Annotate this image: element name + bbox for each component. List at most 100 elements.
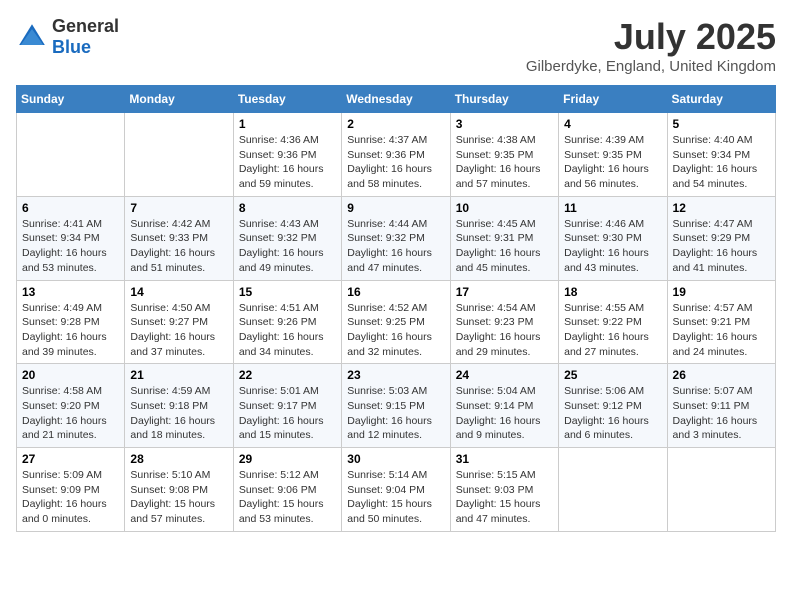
- day-info: Sunrise: 5:15 AM Sunset: 9:03 PM Dayligh…: [456, 468, 553, 527]
- logo: General Blue: [16, 16, 119, 58]
- day-number: 10: [456, 201, 553, 215]
- calendar-cell: 30 Sunrise: 5:14 AM Sunset: 9:04 PM Dayli…: [342, 448, 450, 532]
- day-number: 28: [130, 452, 227, 466]
- calendar-cell: 25 Sunrise: 5:06 AM Sunset: 9:12 PM Dayli…: [559, 364, 667, 448]
- day-number: 7: [130, 201, 227, 215]
- day-number: 17: [456, 285, 553, 299]
- calendar-cell: 21Sunrise: 4:59 AM Sunset: 9:18 PM Dayli…: [125, 364, 233, 448]
- calendar-cell: 24Sunrise: 5:04 AM Sunset: 9:14 PM Dayli…: [450, 364, 558, 448]
- calendar-cell: [125, 113, 233, 197]
- day-number: 18: [564, 285, 661, 299]
- day-number: 22: [239, 368, 336, 382]
- day-number: 6: [22, 201, 119, 215]
- day-number: 3: [456, 117, 553, 131]
- day-number: 14: [130, 285, 227, 299]
- calendar-header-row: SundayMondayTuesdayWednesdayThursdayFrid…: [17, 86, 776, 113]
- day-info: Sunrise: 4:55 AM Sunset: 9:22 PM Dayligh…: [564, 301, 661, 360]
- calendar-cell: 8 Sunrise: 4:43 AM Sunset: 9:32 PM Daylig…: [233, 196, 341, 280]
- day-info: Sunrise: 5:10 AM Sunset: 9:08 PM Dayligh…: [130, 468, 227, 527]
- day-number: 12: [673, 201, 770, 215]
- day-info: Sunrise: 4:39 AM Sunset: 9:35 PM Dayligh…: [564, 133, 661, 192]
- day-info: Sunrise: 4:43 AM Sunset: 9:32 PM Dayligh…: [239, 217, 336, 276]
- day-info: Sunrise: 4:54 AM Sunset: 9:23 PM Dayligh…: [456, 301, 553, 360]
- day-info: Sunrise: 4:59 AM Sunset: 9:18 PM Dayligh…: [130, 384, 227, 443]
- calendar-cell: 28 Sunrise: 5:10 AM Sunset: 9:08 PM Dayli…: [125, 448, 233, 532]
- day-number: 29: [239, 452, 336, 466]
- calendar-cell: 2Sunrise: 4:37 AM Sunset: 9:36 PM Daylig…: [342, 113, 450, 197]
- calendar-cell: 11Sunrise: 4:46 AM Sunset: 9:30 PM Dayli…: [559, 196, 667, 280]
- calendar-cell: 1 Sunrise: 4:36 AM Sunset: 9:36 PM Daylig…: [233, 113, 341, 197]
- calendar-cell: 14 Sunrise: 4:50 AM Sunset: 9:27 PM Dayli…: [125, 280, 233, 364]
- day-number: 1: [239, 117, 336, 131]
- day-number: 16: [347, 285, 444, 299]
- day-number: 9: [347, 201, 444, 215]
- day-number: 5: [673, 117, 770, 131]
- calendar-header-sunday: Sunday: [17, 86, 125, 113]
- day-info: Sunrise: 5:06 AM Sunset: 9:12 PM Dayligh…: [564, 384, 661, 443]
- day-number: 31: [456, 452, 553, 466]
- day-info: Sunrise: 4:44 AM Sunset: 9:32 PM Dayligh…: [347, 217, 444, 276]
- page-header: General Blue July 2025 Gilberdyke, Engla…: [16, 16, 776, 75]
- calendar-cell: 5Sunrise: 4:40 AM Sunset: 9:34 PM Daylig…: [667, 113, 775, 197]
- calendar-cell: 4Sunrise: 4:39 AM Sunset: 9:35 PM Daylig…: [559, 113, 667, 197]
- day-info: Sunrise: 4:41 AM Sunset: 9:34 PM Dayligh…: [22, 217, 119, 276]
- day-info: Sunrise: 4:45 AM Sunset: 9:31 PM Dayligh…: [456, 217, 553, 276]
- day-number: 13: [22, 285, 119, 299]
- calendar-cell: 29 Sunrise: 5:12 AM Sunset: 9:06 PM Dayli…: [233, 448, 341, 532]
- month-title: July 2025: [526, 16, 776, 58]
- day-number: 23: [347, 368, 444, 382]
- calendar-cell: 17 Sunrise: 4:54 AM Sunset: 9:23 PM Dayli…: [450, 280, 558, 364]
- day-number: 25: [564, 368, 661, 382]
- logo-general: General: [52, 16, 119, 36]
- calendar-cell: 19 Sunrise: 4:57 AM Sunset: 9:21 PM Dayli…: [667, 280, 775, 364]
- day-info: Sunrise: 4:36 AM Sunset: 9:36 PM Dayligh…: [239, 133, 336, 192]
- calendar-header-wednesday: Wednesday: [342, 86, 450, 113]
- calendar-cell: 27 Sunrise: 5:09 AM Sunset: 9:09 PM Dayli…: [17, 448, 125, 532]
- calendar-cell: 15Sunrise: 4:51 AM Sunset: 9:26 PM Dayli…: [233, 280, 341, 364]
- calendar-week-row: 27 Sunrise: 5:09 AM Sunset: 9:09 PM Dayli…: [17, 448, 776, 532]
- calendar-week-row: 1 Sunrise: 4:36 AM Sunset: 9:36 PM Daylig…: [17, 113, 776, 197]
- calendar-header-friday: Friday: [559, 86, 667, 113]
- day-number: 30: [347, 452, 444, 466]
- day-number: 19: [673, 285, 770, 299]
- day-info: Sunrise: 5:12 AM Sunset: 9:06 PM Dayligh…: [239, 468, 336, 527]
- day-info: Sunrise: 5:04 AM Sunset: 9:14 PM Dayligh…: [456, 384, 553, 443]
- calendar-cell: 16Sunrise: 4:52 AM Sunset: 9:25 PM Dayli…: [342, 280, 450, 364]
- day-info: Sunrise: 5:14 AM Sunset: 9:04 PM Dayligh…: [347, 468, 444, 527]
- calendar-cell: [17, 113, 125, 197]
- calendar-cell: 26 Sunrise: 5:07 AM Sunset: 9:11 PM Dayli…: [667, 364, 775, 448]
- day-number: 27: [22, 452, 119, 466]
- calendar-week-row: 6 Sunrise: 4:41 AM Sunset: 9:34 PM Daylig…: [17, 196, 776, 280]
- day-info: Sunrise: 5:03 AM Sunset: 9:15 PM Dayligh…: [347, 384, 444, 443]
- day-number: 26: [673, 368, 770, 382]
- day-info: Sunrise: 5:07 AM Sunset: 9:11 PM Dayligh…: [673, 384, 770, 443]
- day-info: Sunrise: 4:46 AM Sunset: 9:30 PM Dayligh…: [564, 217, 661, 276]
- calendar-cell: 18 Sunrise: 4:55 AM Sunset: 9:22 PM Dayli…: [559, 280, 667, 364]
- calendar-cell: 6 Sunrise: 4:41 AM Sunset: 9:34 PM Daylig…: [17, 196, 125, 280]
- day-info: Sunrise: 4:49 AM Sunset: 9:28 PM Dayligh…: [22, 301, 119, 360]
- day-number: 8: [239, 201, 336, 215]
- calendar-cell: 12Sunrise: 4:47 AM Sunset: 9:29 PM Dayli…: [667, 196, 775, 280]
- calendar-cell: 31 Sunrise: 5:15 AM Sunset: 9:03 PM Dayli…: [450, 448, 558, 532]
- calendar-cell: 7Sunrise: 4:42 AM Sunset: 9:33 PM Daylig…: [125, 196, 233, 280]
- calendar-cell: 22Sunrise: 5:01 AM Sunset: 9:17 PM Dayli…: [233, 364, 341, 448]
- calendar-header-thursday: Thursday: [450, 86, 558, 113]
- calendar-cell: 3Sunrise: 4:38 AM Sunset: 9:35 PM Daylig…: [450, 113, 558, 197]
- day-info: Sunrise: 5:09 AM Sunset: 9:09 PM Dayligh…: [22, 468, 119, 527]
- calendar-cell: [559, 448, 667, 532]
- title-block: July 2025 Gilberdyke, England, United Ki…: [526, 16, 776, 75]
- day-info: Sunrise: 4:50 AM Sunset: 9:27 PM Dayligh…: [130, 301, 227, 360]
- calendar-week-row: 13 Sunrise: 4:49 AM Sunset: 9:28 PM Dayli…: [17, 280, 776, 364]
- calendar-header-saturday: Saturday: [667, 86, 775, 113]
- day-number: 20: [22, 368, 119, 382]
- calendar-table: SundayMondayTuesdayWednesdayThursdayFrid…: [16, 85, 776, 532]
- calendar-week-row: 20Sunrise: 4:58 AM Sunset: 9:20 PM Dayli…: [17, 364, 776, 448]
- calendar-header-tuesday: Tuesday: [233, 86, 341, 113]
- calendar-cell: 10 Sunrise: 4:45 AM Sunset: 9:31 PM Dayli…: [450, 196, 558, 280]
- calendar-header-monday: Monday: [125, 86, 233, 113]
- day-info: Sunrise: 4:37 AM Sunset: 9:36 PM Dayligh…: [347, 133, 444, 192]
- location-title: Gilberdyke, England, United Kingdom: [526, 58, 776, 75]
- day-info: Sunrise: 4:57 AM Sunset: 9:21 PM Dayligh…: [673, 301, 770, 360]
- calendar-cell: 9 Sunrise: 4:44 AM Sunset: 9:32 PM Daylig…: [342, 196, 450, 280]
- logo-blue: Blue: [52, 37, 91, 57]
